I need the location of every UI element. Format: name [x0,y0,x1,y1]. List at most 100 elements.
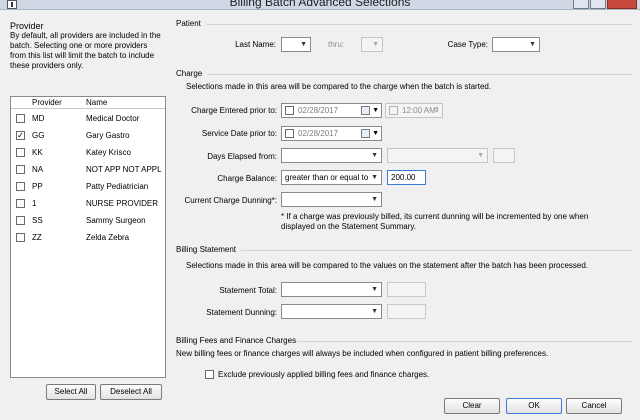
provider-checkbox[interactable] [16,233,25,242]
statement-dunning-input[interactable] [387,304,426,319]
calendar-icon[interactable] [361,129,370,138]
case-type-label: Case Type: [447,40,488,49]
provider-row[interactable]: NA NOT APP NOT APPL [11,162,165,179]
last-name-from-select[interactable]: ▼ [281,37,311,52]
provider-heading: Provider [10,21,44,31]
chevron-down-icon: ▼ [371,308,378,315]
chevron-down-icon: ▼ [372,107,379,114]
select-all-button[interactable]: Select All [46,384,96,400]
provider-panel: Provider By default, all providers are i… [8,14,166,400]
exclude-fees-label[interactable]: Exclude previously applied billing fees … [218,370,429,379]
service-date[interactable]: 02/28/2017 ▼ [281,126,382,141]
provider-code: SS [32,216,43,225]
provider-checkbox[interactable]: ✓ [16,131,25,140]
patient-section: Patient Last Name: ▼ thru: ▼ Case Type: … [171,14,634,64]
chevron-down-icon: ▼ [371,286,378,293]
ok-button[interactable]: OK [506,398,562,414]
billing-statement-title: Billing Statement [176,245,237,254]
statement-dunning-label: Statement Dunning: [206,308,277,317]
section-divider [241,250,632,251]
section-divider [207,74,632,75]
maximize-button[interactable] [590,0,606,9]
chevron-down-icon: ▼ [371,196,378,203]
spinner-icon[interactable]: ⇕ [434,104,440,117]
provider-list[interactable]: Provider Name MD Medical Doctor ✓ GG Gary Ga… [10,96,166,378]
provider-checkbox[interactable] [16,216,25,225]
provider-name: Sammy Surgeon [86,216,146,225]
chevron-down-icon: ▼ [529,41,536,48]
provider-row[interactable]: PP Patty Pediatrician [11,179,165,196]
chevron-down-icon: ▼ [372,41,379,48]
service-date-checkbox[interactable] [285,129,294,138]
minimize-button[interactable] [573,0,589,9]
provider-name: Patty Pediatrician [86,182,149,191]
provider-checkbox[interactable] [16,114,25,123]
provider-row[interactable]: KK Katey Krisco [11,145,165,162]
last-name-thru-select[interactable]: ▼ [361,37,383,52]
provider-checkbox[interactable] [16,165,25,174]
charge-balance-operator-value: greater than or equal to [285,173,369,182]
billing-fees-info: New billing fees or finance charges will… [176,349,549,358]
days-elapsed-label: Days Elapsed from: [207,152,277,161]
provider-code: MD [32,114,45,123]
exclude-fees-checkbox[interactable] [205,370,214,379]
charge-entered-checkbox[interactable] [285,106,294,115]
charge-balance-operator-select[interactable]: greater than or equal to ▼ [281,170,382,185]
current-charge-dunning-select[interactable]: ▼ [281,192,382,207]
case-type-select[interactable]: ▼ [492,37,540,52]
provider-code: 1 [32,199,37,208]
statement-total-select[interactable]: ▼ [281,282,382,297]
provider-row[interactable]: MD Medical Doctor [11,111,165,128]
provider-checkbox[interactable] [16,148,25,157]
provider-row[interactable]: ZZ Zelda Zebra [11,230,165,247]
days-elapsed-operator-select[interactable]: ▼ [387,148,488,163]
last-name-label: Last Name: [235,40,276,49]
provider-name: NOT APP NOT APPL [86,165,162,174]
service-date-label: Service Date prior to: [201,129,277,138]
provider-code: GG [32,131,45,140]
provider-row[interactable]: SS Sammy Surgeon [11,213,165,230]
window-title: Billing Batch Advanced Selections [229,0,411,9]
provider-code: KK [32,148,43,157]
provider-code: PP [32,182,43,191]
cancel-button[interactable]: Cancel [566,398,622,414]
provider-checkbox[interactable] [16,182,25,191]
provider-name: Katey Krisco [86,148,131,157]
charge-balance-input[interactable]: 200.00 [387,170,426,185]
chevron-down-icon: ▼ [371,174,378,181]
provider-description: By default, all providers are included i… [10,31,161,70]
charge-entered-date-value: 02/28/2017 [298,106,339,115]
statement-dunning-select[interactable]: ▼ [281,304,382,319]
days-elapsed-value-input[interactable] [493,148,515,163]
statement-total-input[interactable] [387,282,426,297]
title-bar: Billing Batch Advanced Selections [0,0,640,10]
charge-entered-time-checkbox[interactable] [389,106,398,115]
provider-name: Zelda Zebra [86,233,130,242]
chevron-down-icon: ▼ [300,41,307,48]
chevron-down-icon: ▼ [477,152,484,159]
column-provider[interactable]: Provider [32,98,62,107]
close-button[interactable] [607,0,637,9]
thru-label: thru: [328,40,345,49]
billing-fees-section: Billing Fees and Finance Charges New bil… [171,333,634,389]
dunning-footnote: * If a charge was previously billed, its… [281,212,589,231]
column-name[interactable]: Name [86,98,107,107]
clear-button[interactable]: Clear [444,398,500,414]
days-elapsed-select[interactable]: ▼ [281,148,382,163]
deselect-all-button[interactable]: Deselect All [100,384,162,400]
provider-row[interactable]: 1 NURSE PROVIDER [11,196,165,213]
provider-list-header: Provider Name [11,97,165,109]
charge-section-title: Charge [176,69,203,78]
billing-fees-title: Billing Fees and Finance Charges [176,336,297,345]
charge-info-text: Selections made in this area will be com… [186,82,492,91]
statement-total-label: Statement Total: [219,286,277,295]
charge-section: Charge Selections made in this area will… [171,66,634,236]
calendar-icon[interactable] [361,106,370,115]
charge-entered-time[interactable]: 12:00 AM ⇕ [385,103,443,118]
provider-code: ZZ [32,233,42,242]
charge-entered-label: Charge Entered prior to: [191,106,277,115]
provider-row[interactable]: ✓ GG Gary Gastro [11,128,165,145]
charge-entered-date[interactable]: 02/28/2017 ▼ [281,103,382,118]
provider-checkbox[interactable] [16,199,25,208]
provider-code: NA [32,165,44,174]
